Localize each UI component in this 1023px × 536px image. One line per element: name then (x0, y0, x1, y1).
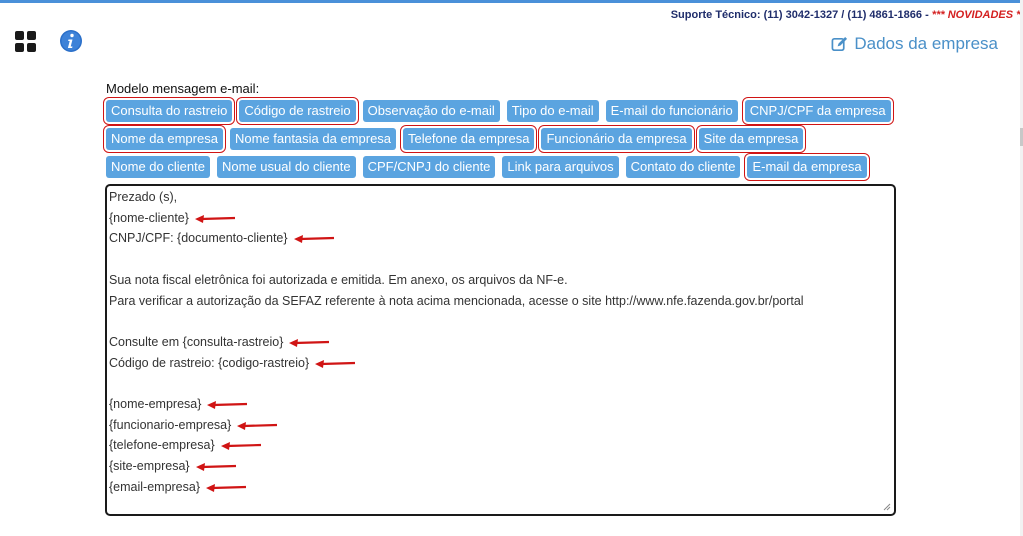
edit-icon (831, 36, 848, 51)
placeholder-button[interactable]: Telefone da empresa (400, 125, 538, 153)
message-line: Para verificar a autorização da SEFAZ re… (109, 293, 804, 308)
email-message-textarea[interactable]: Prezado (s), {nome-cliente} CNPJ/CPF: {doc… (105, 184, 896, 516)
message-line: Prezado (s), (109, 190, 178, 204)
placeholder-button[interactable]: E-mail da empresa (744, 153, 870, 181)
annotation-arrow (207, 401, 248, 409)
company-data-title: Dados da empresa (854, 34, 998, 53)
annotation-arrow (220, 442, 261, 451)
annotation-arrow (195, 463, 236, 472)
company-data-link[interactable]: Dados da empresa (831, 34, 998, 54)
placeholder-button[interactable]: Nome do cliente (106, 156, 210, 178)
placeholder-buttons-row-1: Consulta do rastreio Código de rastreio Ob… (102, 97, 894, 125)
support-info: Suporte Técnico: (11) 3042-1327 / (11) 4… (671, 9, 1023, 21)
annotation-arrow (293, 235, 334, 244)
annotation-arrow (206, 483, 247, 492)
placeholder-button[interactable]: Link para arquivos (502, 156, 619, 178)
placeholder-buttons-row-2: Nome da empresa Nome fantasia da empresa T… (103, 125, 807, 153)
placeholder-button[interactable]: Observação do e-mail (362, 100, 500, 122)
placeholder-button[interactable]: Nome da empresa (103, 125, 226, 153)
message-line: Código de rastreio: {codigo-rastreio} (109, 355, 310, 370)
placeholder-button[interactable]: E-mail do funcionário (605, 100, 738, 122)
apps-grid-icon[interactable] (15, 31, 37, 53)
annotation-arrow (194, 214, 235, 223)
message-line: {nome-empresa} (109, 397, 202, 411)
annotation-arrow (289, 338, 330, 347)
message-line: Consulte em {consulta-rastreio} (109, 334, 284, 349)
support-phone-text: Suporte Técnico: (11) 3042-1327 / (11) 4… (670, 9, 932, 21)
message-line: CNPJ/CPF: {documento-cliente} (109, 231, 288, 246)
placeholder-button[interactable]: Nome usual do cliente (216, 156, 356, 178)
resize-grip-icon[interactable] (883, 503, 891, 511)
placeholder-button[interactable]: Contato do cliente (625, 156, 741, 178)
info-icon[interactable] (59, 29, 83, 53)
placeholder-button[interactable]: Código de rastreio (236, 97, 359, 125)
placeholder-button[interactable]: Consulta do rastreio (102, 97, 236, 125)
top-accent-bar (0, 0, 1023, 3)
message-line: {site-empresa} (109, 459, 190, 474)
placeholder-button[interactable]: Site da empresa (695, 125, 807, 153)
placeholder-button[interactable]: CNPJ/CPF da empresa (741, 97, 894, 125)
novidades-link[interactable]: *** NOVIDADES *** (932, 9, 1023, 21)
placeholder-button[interactable]: Funcionário da empresa (538, 125, 695, 153)
placeholder-buttons-row-3: Nome do cliente Nome usual do cliente CPF/… (106, 153, 870, 181)
message-line: Sua nota fiscal eletrônica foi autorizad… (109, 272, 568, 287)
placeholder-button[interactable]: Nome fantasia da empresa (229, 128, 397, 150)
annotation-arrow (315, 359, 356, 368)
message-line: {funcionario-empresa} (109, 417, 232, 432)
message-line: {email-empresa} (109, 479, 201, 494)
email-template-label: Modelo mensagem e-mail: (106, 81, 260, 96)
placeholder-button[interactable]: Tipo do e-mail (506, 100, 599, 122)
message-line: {telefone-empresa} (109, 438, 215, 453)
placeholder-button[interactable]: CPF/CNPJ do cliente (362, 156, 496, 178)
annotation-arrow (237, 421, 278, 430)
message-line: {nome-cliente} (109, 210, 189, 225)
